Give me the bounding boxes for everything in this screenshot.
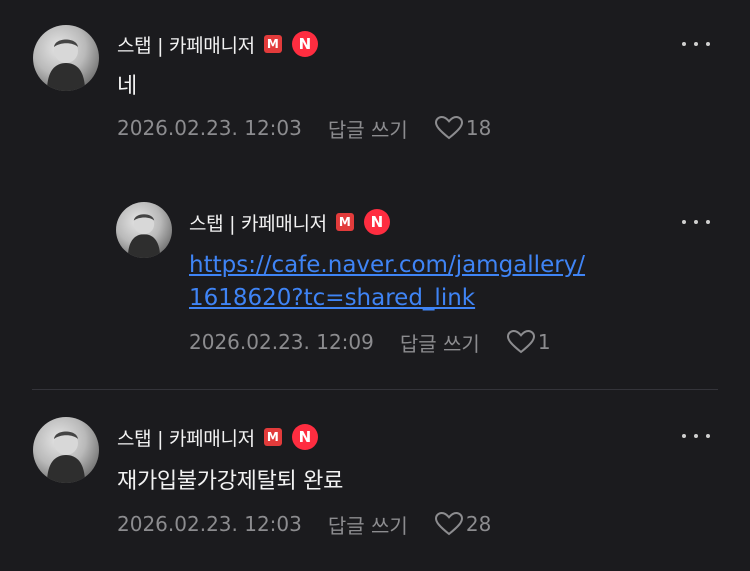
new-n-icon: N [363,209,390,235]
comment-text: 네 [117,74,137,99]
reply-button[interactable]: 답글 쓰기 [328,114,408,143]
heart-outline-icon [434,115,463,140]
nickname[interactable]: 스탭 | 카페매니저 [189,209,327,236]
more-dots-icon[interactable] [682,216,710,228]
like-button[interactable]: 28 [434,511,491,537]
comment-date: 2026.02.23. 12:03 [117,116,302,140]
manager-m-icon: M [335,213,354,231]
new-n-icon: N [291,31,318,57]
shared-link[interactable]: https://cafe.naver.com/jamgallery/ 16186… [189,249,585,315]
like-button[interactable]: 1 [506,329,551,355]
nickname[interactable]: 스탭 | 카페매니저 [117,424,255,451]
heart-outline-icon [506,329,535,354]
comment-divider [32,389,718,390]
manager-m-icon: M [263,428,282,446]
manager-m-icon: M [263,35,282,53]
avatar[interactable] [116,202,172,258]
comment-text: 재가입불가강제탈퇴 완료 [117,469,344,494]
like-count: 28 [465,512,492,536]
reply-button[interactable]: 답글 쓰기 [400,328,480,357]
new-n-icon: N [291,424,318,450]
comment-date: 2026.02.23. 12:09 [189,330,374,354]
like-count: 1 [537,330,551,354]
more-dots-icon[interactable] [682,430,710,442]
nickname[interactable]: 스탭 | 카페매니저 [117,31,255,58]
avatar[interactable] [33,25,99,91]
heart-outline-icon [434,511,463,536]
avatar[interactable] [33,417,99,483]
link-line-2[interactable]: 1618620?tc=shared_link [189,282,585,315]
link-line-1[interactable]: https://cafe.naver.com/jamgallery/ [189,249,585,282]
more-dots-icon[interactable] [682,38,710,50]
reply-button[interactable]: 답글 쓰기 [328,510,408,539]
like-count: 18 [465,116,492,140]
comment-date: 2026.02.23. 12:03 [117,512,302,536]
like-button[interactable]: 18 [434,115,491,141]
